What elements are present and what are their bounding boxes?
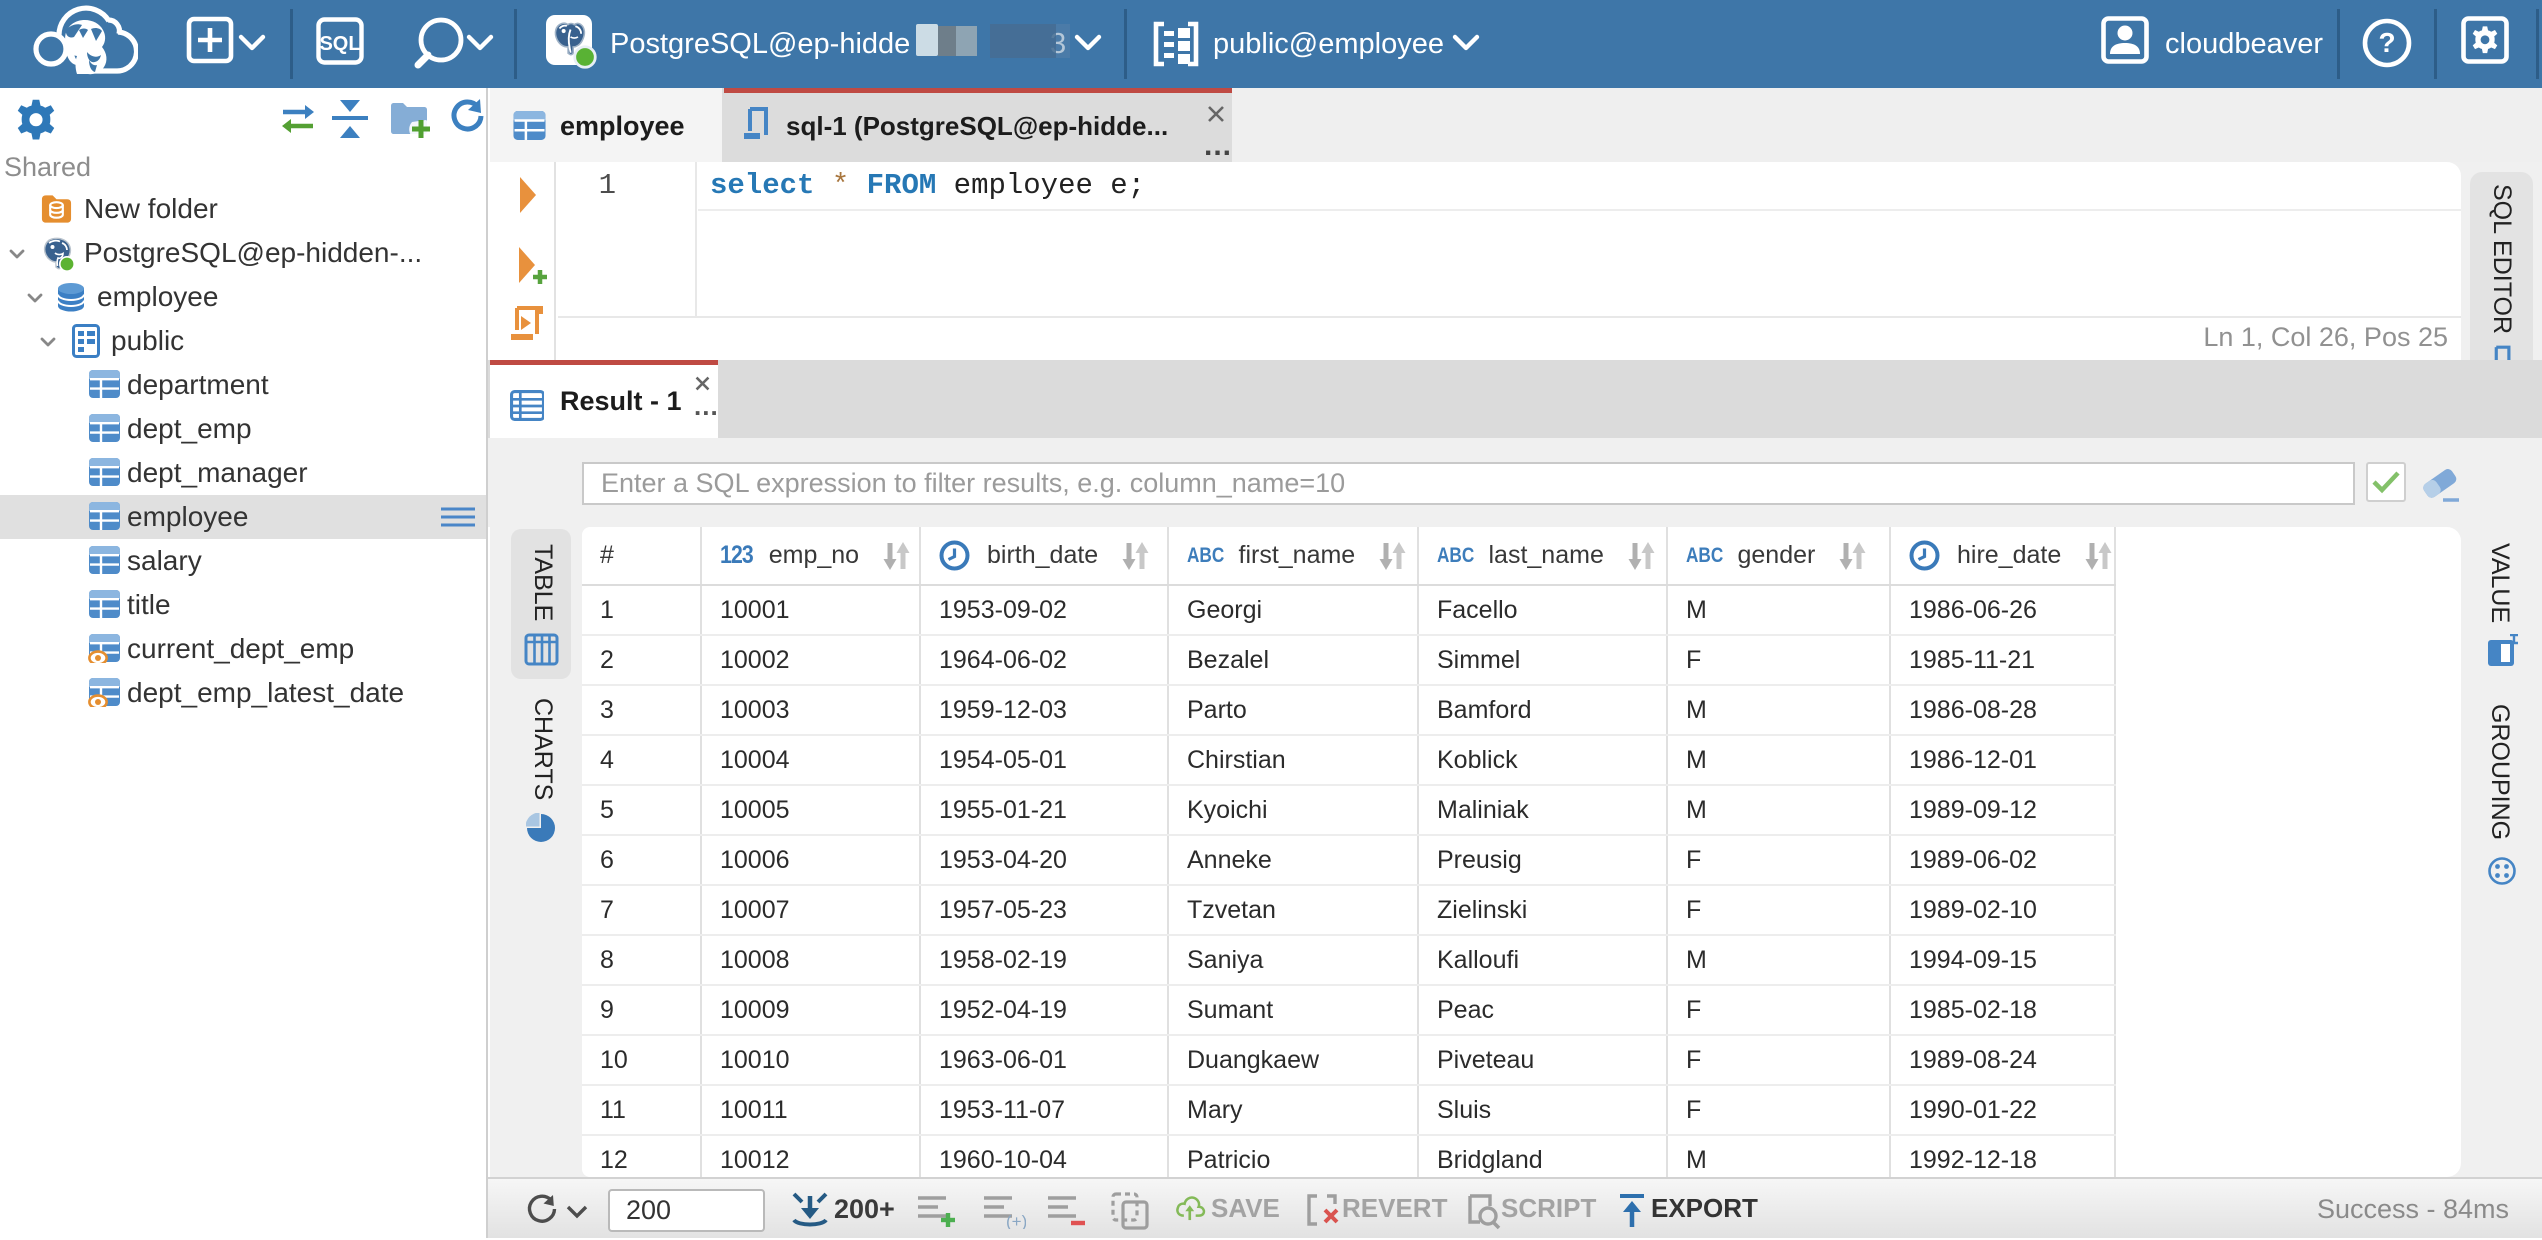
svg-text:?: ? [2378, 27, 2395, 58]
svg-text:(+): (+) [1006, 1212, 1026, 1229]
svg-text:SQL: SQL [319, 33, 360, 55]
